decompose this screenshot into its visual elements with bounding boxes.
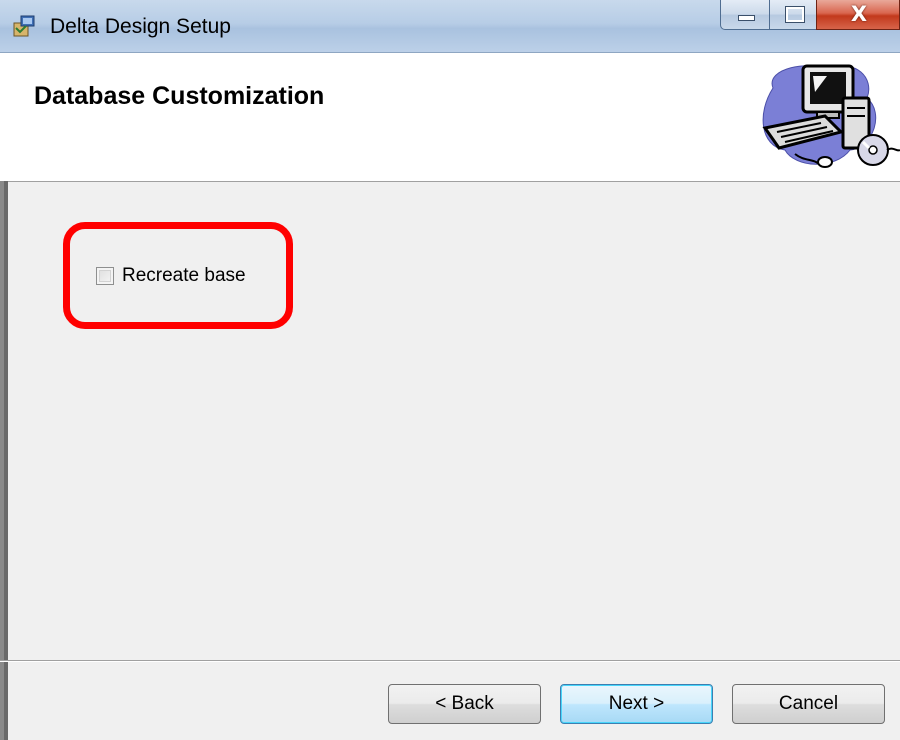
minimize-button[interactable] [720, 0, 770, 30]
window-title: Delta Design Setup [50, 15, 231, 38]
minimize-icon [738, 15, 755, 21]
title-bar[interactable]: Delta Design Setup X [0, 0, 900, 53]
close-button[interactable]: X [816, 0, 900, 30]
footer-divider-highlight [0, 661, 900, 662]
caption-buttons: X [720, 0, 900, 34]
setup-package-icon [13, 15, 35, 37]
next-button[interactable]: Next > [560, 684, 713, 724]
setup-window: Delta Design Setup X Database Customizat… [0, 0, 900, 740]
recreate-base-label[interactable]: Recreate base [122, 265, 246, 287]
maximize-icon [785, 6, 805, 23]
computer-clipart-icon [762, 64, 900, 168]
cancel-button[interactable]: Cancel [732, 684, 885, 724]
page-title: Database Customization [34, 82, 325, 110]
close-icon: X [850, 2, 868, 26]
recreate-base-option[interactable]: Recreate base [96, 265, 246, 287]
back-button[interactable]: < Back [388, 684, 541, 724]
recreate-base-checkbox[interactable] [96, 267, 114, 285]
wizard-banner: Database Customization [0, 53, 900, 182]
maximize-button[interactable] [769, 0, 817, 30]
left-window-edge-highlight [0, 181, 4, 740]
